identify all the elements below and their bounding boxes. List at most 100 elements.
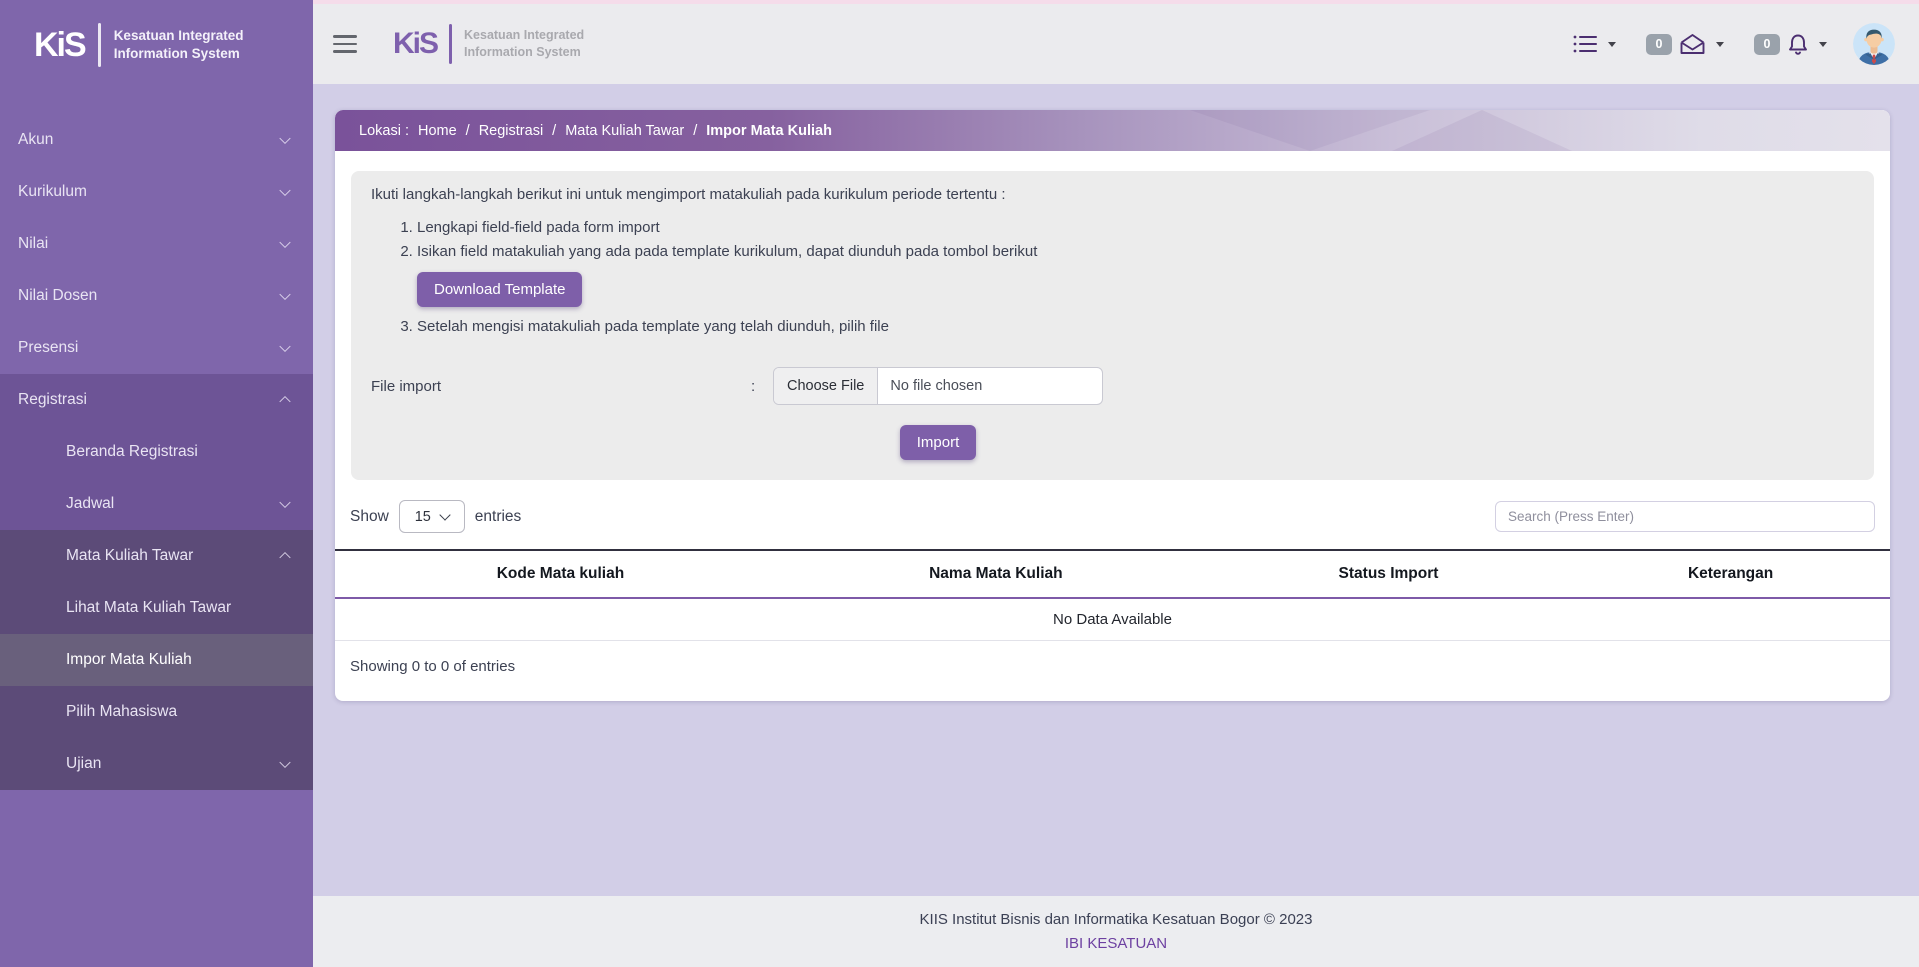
sidebar-item-label: Nilai xyxy=(18,235,49,252)
file-import-row: File import : Choose File No file chosen xyxy=(371,367,1854,405)
breadcrumb-prefix: Lokasi : xyxy=(359,122,409,139)
sidebar-item-label: Akun xyxy=(18,131,54,148)
show-label: Show xyxy=(350,507,389,525)
user-avatar[interactable] xyxy=(1853,23,1895,65)
sidebar-item-beranda-registrasi[interactable]: Beranda Registrasi xyxy=(0,426,313,478)
chevron-down-icon xyxy=(279,340,291,353)
content-area: Lokasi : Home / Registrasi / Mata Kuliah… xyxy=(313,84,1919,896)
sidebar-item-label: Presensi xyxy=(18,339,79,356)
column-header-keterangan[interactable]: Keterangan xyxy=(1571,550,1890,598)
chevron-down-icon xyxy=(279,184,291,197)
breadcrumb-home-link[interactable]: Home xyxy=(418,123,457,139)
sidebar-item-label: Nilai Dosen xyxy=(18,287,98,304)
messages-menu[interactable]: 0 xyxy=(1646,33,1724,55)
logo-divider xyxy=(449,24,453,64)
import-button-row: Import xyxy=(371,425,1103,460)
choose-file-button[interactable]: Choose File xyxy=(774,368,879,404)
caret-down-icon xyxy=(1819,41,1827,47)
kiis-logo-icon: KiS xyxy=(393,27,439,60)
instructions-steps: Lengkapi field-field pada form import Is… xyxy=(371,216,1854,339)
chevron-down-icon xyxy=(279,496,291,509)
breadcrumb-current-page: Impor Mata Kuliah xyxy=(706,122,832,139)
caret-down-icon xyxy=(1716,41,1724,47)
file-input[interactable]: Choose File No file chosen xyxy=(773,367,1103,405)
bell-icon xyxy=(1787,33,1809,56)
breadcrumb-registrasi-link[interactable]: Registrasi xyxy=(479,123,543,139)
sidebar: KiS Kesatuan Integrated Information Syst… xyxy=(0,0,313,967)
breadcrumb-separator: / xyxy=(693,122,698,139)
table-empty-row: No Data Available xyxy=(335,598,1890,641)
entries-label: entries xyxy=(474,507,522,525)
page-size-select[interactable]: 15 xyxy=(398,500,465,533)
footer-ibi-kesatuan-link[interactable]: IBI KESATUAN xyxy=(313,932,1919,957)
import-button[interactable]: Import xyxy=(899,425,977,460)
notifications-menu[interactable]: 0 xyxy=(1754,33,1827,56)
topbar-brand[interactable]: KiS Kesatuan Integrated Information Syst… xyxy=(393,24,584,64)
logo-divider xyxy=(97,23,101,67)
instructions-intro: Ikuti langkah-langkah berikut ini untuk … xyxy=(371,186,1006,203)
sidebar-group-registrasi: Registrasi Beranda Registrasi Jadwal Mat… xyxy=(0,374,313,790)
sidebar-item-label: Mata Kuliah Tawar xyxy=(66,547,194,564)
sidebar-item-kurikulum[interactable]: Kurikulum xyxy=(0,166,313,218)
sidebar-item-nilai[interactable]: Nilai xyxy=(0,218,313,270)
sidebar-item-lihat-mata-kuliah-tawar[interactable]: Lihat Mata Kuliah Tawar xyxy=(0,582,313,634)
sidebar-item-label: Impor Mata Kuliah xyxy=(66,651,192,668)
sidebar-item-label: Kurikulum xyxy=(18,183,87,200)
sidebar-item-label: Pilih Mahasiswa xyxy=(66,703,178,720)
import-results-table: Kode Mata kuliah Nama Mata Kuliah Status… xyxy=(335,549,1890,641)
hamburger-icon[interactable] xyxy=(333,35,357,53)
chevron-down-icon xyxy=(279,236,291,249)
task-list-icon xyxy=(1572,34,1598,54)
sidebar-item-label: Ujian xyxy=(66,755,102,772)
footer-copyright: KIIS Institut Bisnis dan Informatika Kes… xyxy=(919,910,1313,928)
file-import-colon: : xyxy=(751,377,756,395)
chevron-down-icon xyxy=(279,288,291,301)
mail-open-icon xyxy=(1679,33,1706,55)
breadcrumb-separator: / xyxy=(552,122,557,139)
step-1: Lengkapi field-field pada form import xyxy=(417,216,1854,240)
main-column: KiS Kesatuan Integrated Information Syst… xyxy=(313,0,1919,967)
brand-line2: Information System xyxy=(113,46,240,61)
file-import-label: File import xyxy=(371,377,442,395)
sidebar-item-label: Registrasi xyxy=(18,391,87,408)
column-header-kode-mata-kuliah[interactable]: Kode Mata kuliah xyxy=(335,550,786,598)
download-template-button[interactable]: Download Template xyxy=(417,272,583,307)
sidebar-item-label: Beranda Registrasi xyxy=(66,443,198,460)
breadcrumb-separator: / xyxy=(465,122,470,139)
sidebar-item-jadwal[interactable]: Jadwal xyxy=(0,478,313,530)
brand-name: Kesatuan Integrated Information System xyxy=(464,27,584,61)
column-header-status-import[interactable]: Status Import xyxy=(1206,550,1571,598)
sidebar-item-label: Lihat Mata Kuliah Tawar xyxy=(66,599,232,616)
import-card: Lokasi : Home / Registrasi / Mata Kuliah… xyxy=(335,110,1890,701)
breadcrumb-mata-kuliah-tawar-link[interactable]: Mata Kuliah Tawar xyxy=(565,123,684,139)
step-3: Setelah mengisi matakuliah pada template… xyxy=(417,315,1854,339)
breadcrumb: Lokasi : Home / Registrasi / Mata Kuliah… xyxy=(335,110,1890,151)
sidebar-brand: KiS Kesatuan Integrated Information Syst… xyxy=(0,0,313,90)
step-2-text: Isikan field matakuliah yang ada pada te… xyxy=(417,243,1038,260)
caret-down-icon xyxy=(1608,41,1616,47)
sidebar-item-label: Jadwal xyxy=(66,495,115,512)
table-controls: Show 15 entries xyxy=(350,500,1875,533)
sidebar-item-mata-kuliah-tawar[interactable]: Mata Kuliah Tawar xyxy=(0,530,313,582)
page-size-control: Show 15 entries xyxy=(350,500,521,533)
search-input[interactable] xyxy=(1495,501,1875,532)
sidebar-item-nilai-dosen[interactable]: Nilai Dosen xyxy=(0,270,313,322)
sidebar-item-presensi[interactable]: Presensi xyxy=(0,322,313,374)
brand-name: Kesatuan Integrated Information System xyxy=(114,27,244,63)
sidebar-item-akun[interactable]: Akun xyxy=(0,114,313,166)
table-header-row: Kode Mata kuliah Nama Mata Kuliah Status… xyxy=(335,550,1890,598)
sidebar-menu: Akun Kurikulum Nilai Nilai Dosen Presens… xyxy=(0,90,313,967)
sidebar-item-impor-mata-kuliah[interactable]: Impor Mata Kuliah xyxy=(0,634,313,686)
topbar-actions: 0 0 xyxy=(1542,23,1895,65)
footer: KIIS Institut Bisnis dan Informatika Kes… xyxy=(313,895,1919,967)
brand-line1: Kesatuan Integrated xyxy=(464,28,585,43)
chevron-up-icon xyxy=(279,551,291,564)
column-header-nama-mata-kuliah[interactable]: Nama Mata Kuliah xyxy=(786,550,1206,598)
page-size-value: 15 xyxy=(414,508,431,525)
sidebar-item-ujian[interactable]: Ujian xyxy=(0,738,313,790)
sidebar-item-registrasi[interactable]: Registrasi xyxy=(0,374,313,426)
chevron-up-icon xyxy=(279,395,291,408)
sidebar-item-pilih-mahasiswa[interactable]: Pilih Mahasiswa xyxy=(0,686,313,738)
task-list-menu[interactable] xyxy=(1572,34,1616,54)
notifications-count-badge: 0 xyxy=(1754,33,1780,55)
